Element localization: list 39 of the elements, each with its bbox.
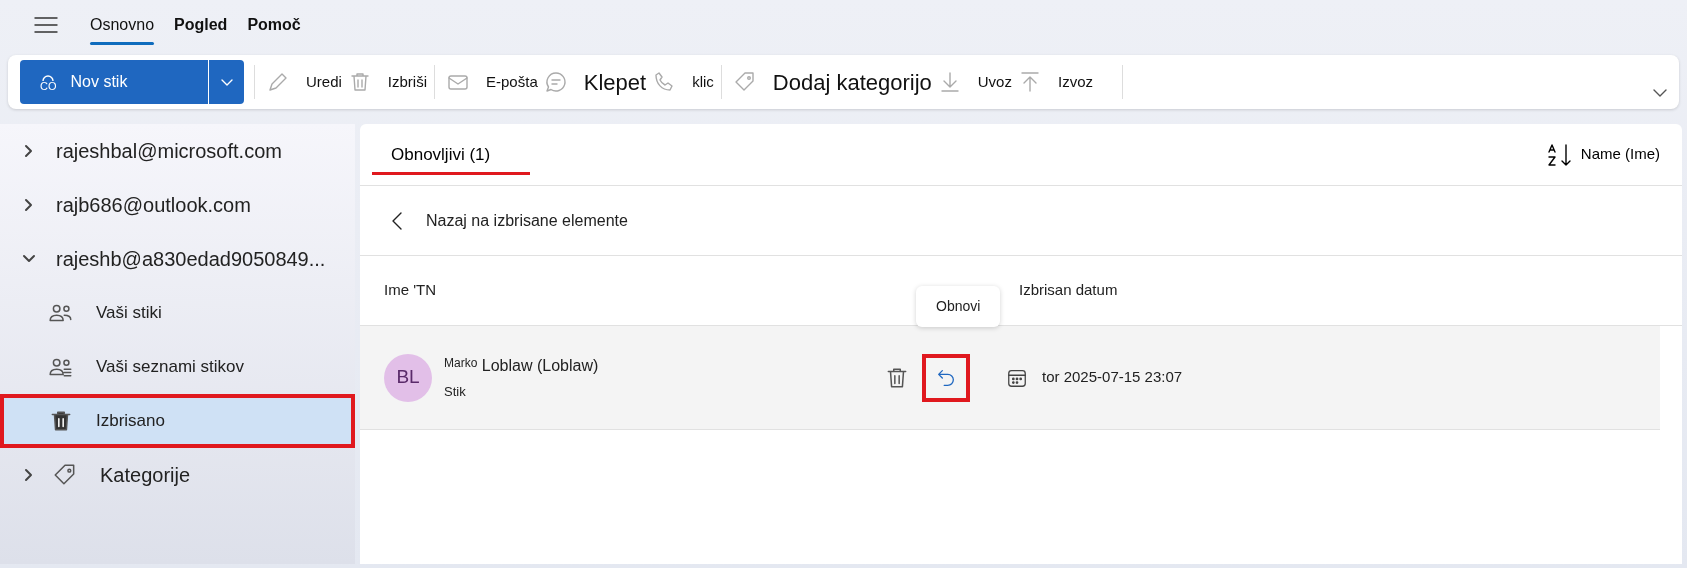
toolbar-button[interactable]: Klepet [540, 60, 650, 104]
toolbar-button[interactable]: Uvoz [934, 60, 1015, 104]
deleted-date: tor 2025-07-15 23:07 [1042, 367, 1183, 388]
sidebar-item[interactable]: Vaši seznami stikov [0, 340, 355, 394]
toolbar-button[interactable]: Izvoz [1014, 60, 1096, 104]
sort-icon [1546, 142, 1573, 167]
new-contact-button[interactable]: CO Nov stik [20, 60, 208, 104]
sort-button[interactable]: Name (Ime) [1546, 142, 1660, 167]
toolbar-button[interactable]: Dodaj kategorijo [729, 60, 935, 104]
menu-tab[interactable]: Pomoč [247, 9, 301, 41]
back-link[interactable]: Nazaj na izbrisane elemente [426, 208, 628, 233]
first-name: Marko [444, 355, 478, 370]
tooltip: Obnovi [916, 286, 1001, 327]
icon-label: CO [40, 80, 57, 92]
chevron-down-icon[interactable] [1653, 89, 1667, 97]
sidebar-item[interactable]: rajeshbal@microsoft.com [0, 124, 355, 178]
chat-icon [543, 70, 568, 94]
sidebar-item[interactable]: Izbrisano [0, 394, 355, 448]
contact-icon [40, 72, 57, 81]
toolbar-button[interactable]: E-pošta [443, 60, 541, 104]
dropdown-button[interactable] [208, 60, 244, 104]
column-header: Izbrisan datum [1019, 280, 1118, 301]
contact-name: Loblaw (Loblaw) [481, 356, 599, 374]
avatar: BL [384, 353, 432, 402]
tab[interactable]: Obnovljivi (1) [372, 134, 531, 175]
sidebar-item[interactable]: Vaši stiki [0, 286, 355, 340]
sidebar-item[interactable]: rajb686@outlook.com [0, 178, 355, 232]
toolbar-button[interactable]: klic [649, 60, 717, 104]
back-icon[interactable] [392, 211, 402, 230]
menu-icon[interactable] [34, 16, 58, 34]
sidebar-item[interactable]: rajeshb@a830edad9050849... [0, 232, 355, 286]
menu-tab[interactable]: Pogled [174, 9, 228, 41]
toolbar-button[interactable]: Uredi [263, 60, 345, 104]
contact-type: Stik [444, 382, 467, 401]
sidebar-item[interactable]: Kategorije [0, 448, 355, 502]
caret-icon [220, 78, 233, 87]
toolbar-button[interactable]: Izbriši [344, 60, 431, 104]
restore-button[interactable] [922, 353, 970, 402]
column-header: Ime 'TN [384, 280, 438, 301]
